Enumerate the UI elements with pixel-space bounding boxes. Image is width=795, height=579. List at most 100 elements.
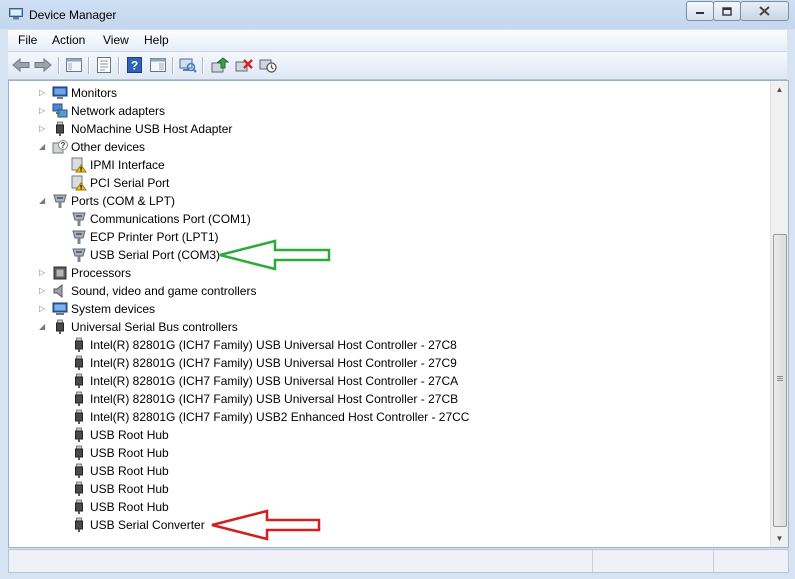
tree-category[interactable]: ◢? Other devices <box>39 138 145 156</box>
tree-item-label: Processors <box>71 266 132 280</box>
tree-device[interactable]: USB Root Hub <box>71 426 169 444</box>
tree-item-label: USB Serial Converter <box>90 518 205 532</box>
menu-view[interactable]: View <box>103 33 129 47</box>
green-annotation-arrow <box>219 239 331 271</box>
scroll-up-button[interactable]: ▲ <box>771 81 788 98</box>
tree-device[interactable]: USB Root Hub <box>71 480 169 498</box>
tree-category[interactable]: ▷ System devices <box>39 300 156 318</box>
tree-device[interactable]: USB Root Hub <box>71 498 169 516</box>
uninstall-button[interactable] <box>234 55 254 75</box>
tree-device[interactable]: USB Root Hub <box>71 462 169 480</box>
usb-plug-icon <box>52 319 68 335</box>
processor-icon <box>52 265 68 281</box>
warning-device-icon <box>71 157 87 173</box>
device-manager-window: Device Manager File Action View Help ? ▲… <box>0 0 795 579</box>
grip-line <box>777 380 783 381</box>
speaker-icon <box>52 283 68 299</box>
expand-expander-icon[interactable]: ▷ <box>39 106 47 116</box>
tree-device[interactable]: USB Serial Port (COM3) <box>71 246 220 264</box>
tree-device[interactable]: IPMI Interface <box>71 156 165 174</box>
tree-device[interactable]: Intel(R) 82801G (ICH7 Family) USB Univer… <box>71 372 458 390</box>
tree-item-label: Intel(R) 82801G (ICH7 Family) USB Univer… <box>90 356 457 370</box>
tree-item-label: Communications Port (COM1) <box>90 212 251 226</box>
tree-category[interactable]: ▷ Sound, video and game controllers <box>39 282 256 300</box>
warning-device-icon <box>71 175 87 191</box>
tree-item-label: ECP Printer Port (LPT1) <box>90 230 219 244</box>
tree-category[interactable]: ▷ Network adapters <box>39 102 166 120</box>
network-adapter-icon <box>52 103 68 119</box>
usb-plug-icon <box>52 121 68 137</box>
collapse-expander-icon[interactable]: ◢ <box>39 322 47 332</box>
disable-device-button[interactable] <box>258 55 278 75</box>
close-button[interactable] <box>740 1 789 21</box>
tree-device[interactable]: Intel(R) 82801G (ICH7 Family) USB2 Enhan… <box>71 408 469 426</box>
expand-expander-icon[interactable]: ▷ <box>39 88 47 98</box>
tree-category[interactable]: ▷ Processors <box>39 264 132 282</box>
tree-category[interactable]: ◢ Universal Serial Bus controllers <box>39 318 238 336</box>
tree-device[interactable]: PCI Serial Port <box>71 174 169 192</box>
status-cell <box>9 550 593 572</box>
action-pane-button[interactable] <box>148 55 168 75</box>
tree-device[interactable]: ECP Printer Port (LPT1) <box>71 228 218 246</box>
help-button[interactable]: ? <box>124 55 144 75</box>
menu-file[interactable]: File <box>18 33 37 47</box>
properties-icon <box>97 57 111 73</box>
minimize-button[interactable] <box>686 1 714 21</box>
tree-item-label: Network adapters <box>71 104 166 118</box>
expand-expander-icon[interactable]: ▷ <box>39 304 47 314</box>
expand-expander-icon[interactable]: ▷ <box>39 286 47 296</box>
tree-category[interactable]: ▷ NoMachine USB Host Adapter <box>39 120 233 138</box>
maximize-button[interactable] <box>713 1 741 21</box>
menu-action[interactable]: Action <box>52 33 85 47</box>
forward-arrow-icon <box>34 58 52 72</box>
tree-device[interactable]: Intel(R) 82801G (ICH7 Family) USB Univer… <box>71 354 457 372</box>
tree-category[interactable]: ◢ Ports (COM & LPT) <box>39 192 175 210</box>
forward-button[interactable] <box>33 55 53 75</box>
scan-hardware-button[interactable] <box>178 55 198 75</box>
tree-item-label: Intel(R) 82801G (ICH7 Family) USB2 Enhan… <box>90 410 470 424</box>
collapse-expander-icon[interactable]: ◢ <box>39 196 47 206</box>
title-bar[interactable]: Device Manager <box>0 0 795 30</box>
tree-device[interactable]: USB Serial Converter <box>71 516 205 534</box>
update-driver-icon <box>211 57 229 73</box>
usb-plug-icon <box>71 463 87 479</box>
status-bar <box>8 549 789 573</box>
toolbar-separator <box>58 57 60 74</box>
usb-plug-icon <box>71 391 87 407</box>
tree-item-label: Intel(R) 82801G (ICH7 Family) USB Univer… <box>90 374 459 388</box>
menu-help[interactable]: Help <box>144 33 169 47</box>
tree-item-label: USB Root Hub <box>90 500 169 514</box>
tree-device[interactable]: Intel(R) 82801G (ICH7 Family) USB Univer… <box>71 336 457 354</box>
usb-plug-icon <box>71 355 87 371</box>
close-icon <box>759 6 770 16</box>
usb-plug-icon <box>71 499 87 515</box>
menu-bar: File Action View Help <box>8 30 787 52</box>
usb-plug-icon <box>71 445 87 461</box>
scroll-down-button[interactable]: ▼ <box>771 530 788 547</box>
expand-expander-icon[interactable]: ▷ <box>39 268 47 278</box>
tree-category[interactable]: ▷ Monitors <box>39 84 117 102</box>
collapse-expander-icon[interactable]: ◢ <box>39 142 47 152</box>
update-driver-button[interactable] <box>210 55 230 75</box>
tree-device[interactable]: Communications Port (COM1) <box>71 210 251 228</box>
expand-expander-icon[interactable]: ▷ <box>39 124 47 134</box>
tree-item-label: System devices <box>71 302 156 316</box>
scan-hardware-icon <box>179 57 197 73</box>
device-tree[interactable]: ▲ ▼ ▷ Monitors ▷ Network adapters ▷ NoMachine… <box>8 80 789 548</box>
scrollbar-thumb[interactable] <box>773 234 787 527</box>
tree-item-label: Universal Serial Bus controllers <box>71 320 238 334</box>
port-icon <box>71 247 87 263</box>
properties-button[interactable] <box>94 55 114 75</box>
tree-item-label: NoMachine USB Host Adapter <box>71 122 233 136</box>
svg-text:?: ? <box>130 59 137 73</box>
tree-item-label: IPMI Interface <box>90 158 165 172</box>
back-arrow-icon <box>12 58 30 72</box>
show-hide-console-tree-button[interactable] <box>64 55 84 75</box>
port-icon <box>71 211 87 227</box>
back-button[interactable] <box>11 55 31 75</box>
port-icon <box>52 193 68 209</box>
svg-text:?: ? <box>61 141 66 150</box>
vertical-scrollbar[interactable]: ▲ ▼ <box>770 81 788 547</box>
tree-device[interactable]: Intel(R) 82801G (ICH7 Family) USB Univer… <box>71 390 458 408</box>
tree-device[interactable]: USB Root Hub <box>71 444 169 462</box>
